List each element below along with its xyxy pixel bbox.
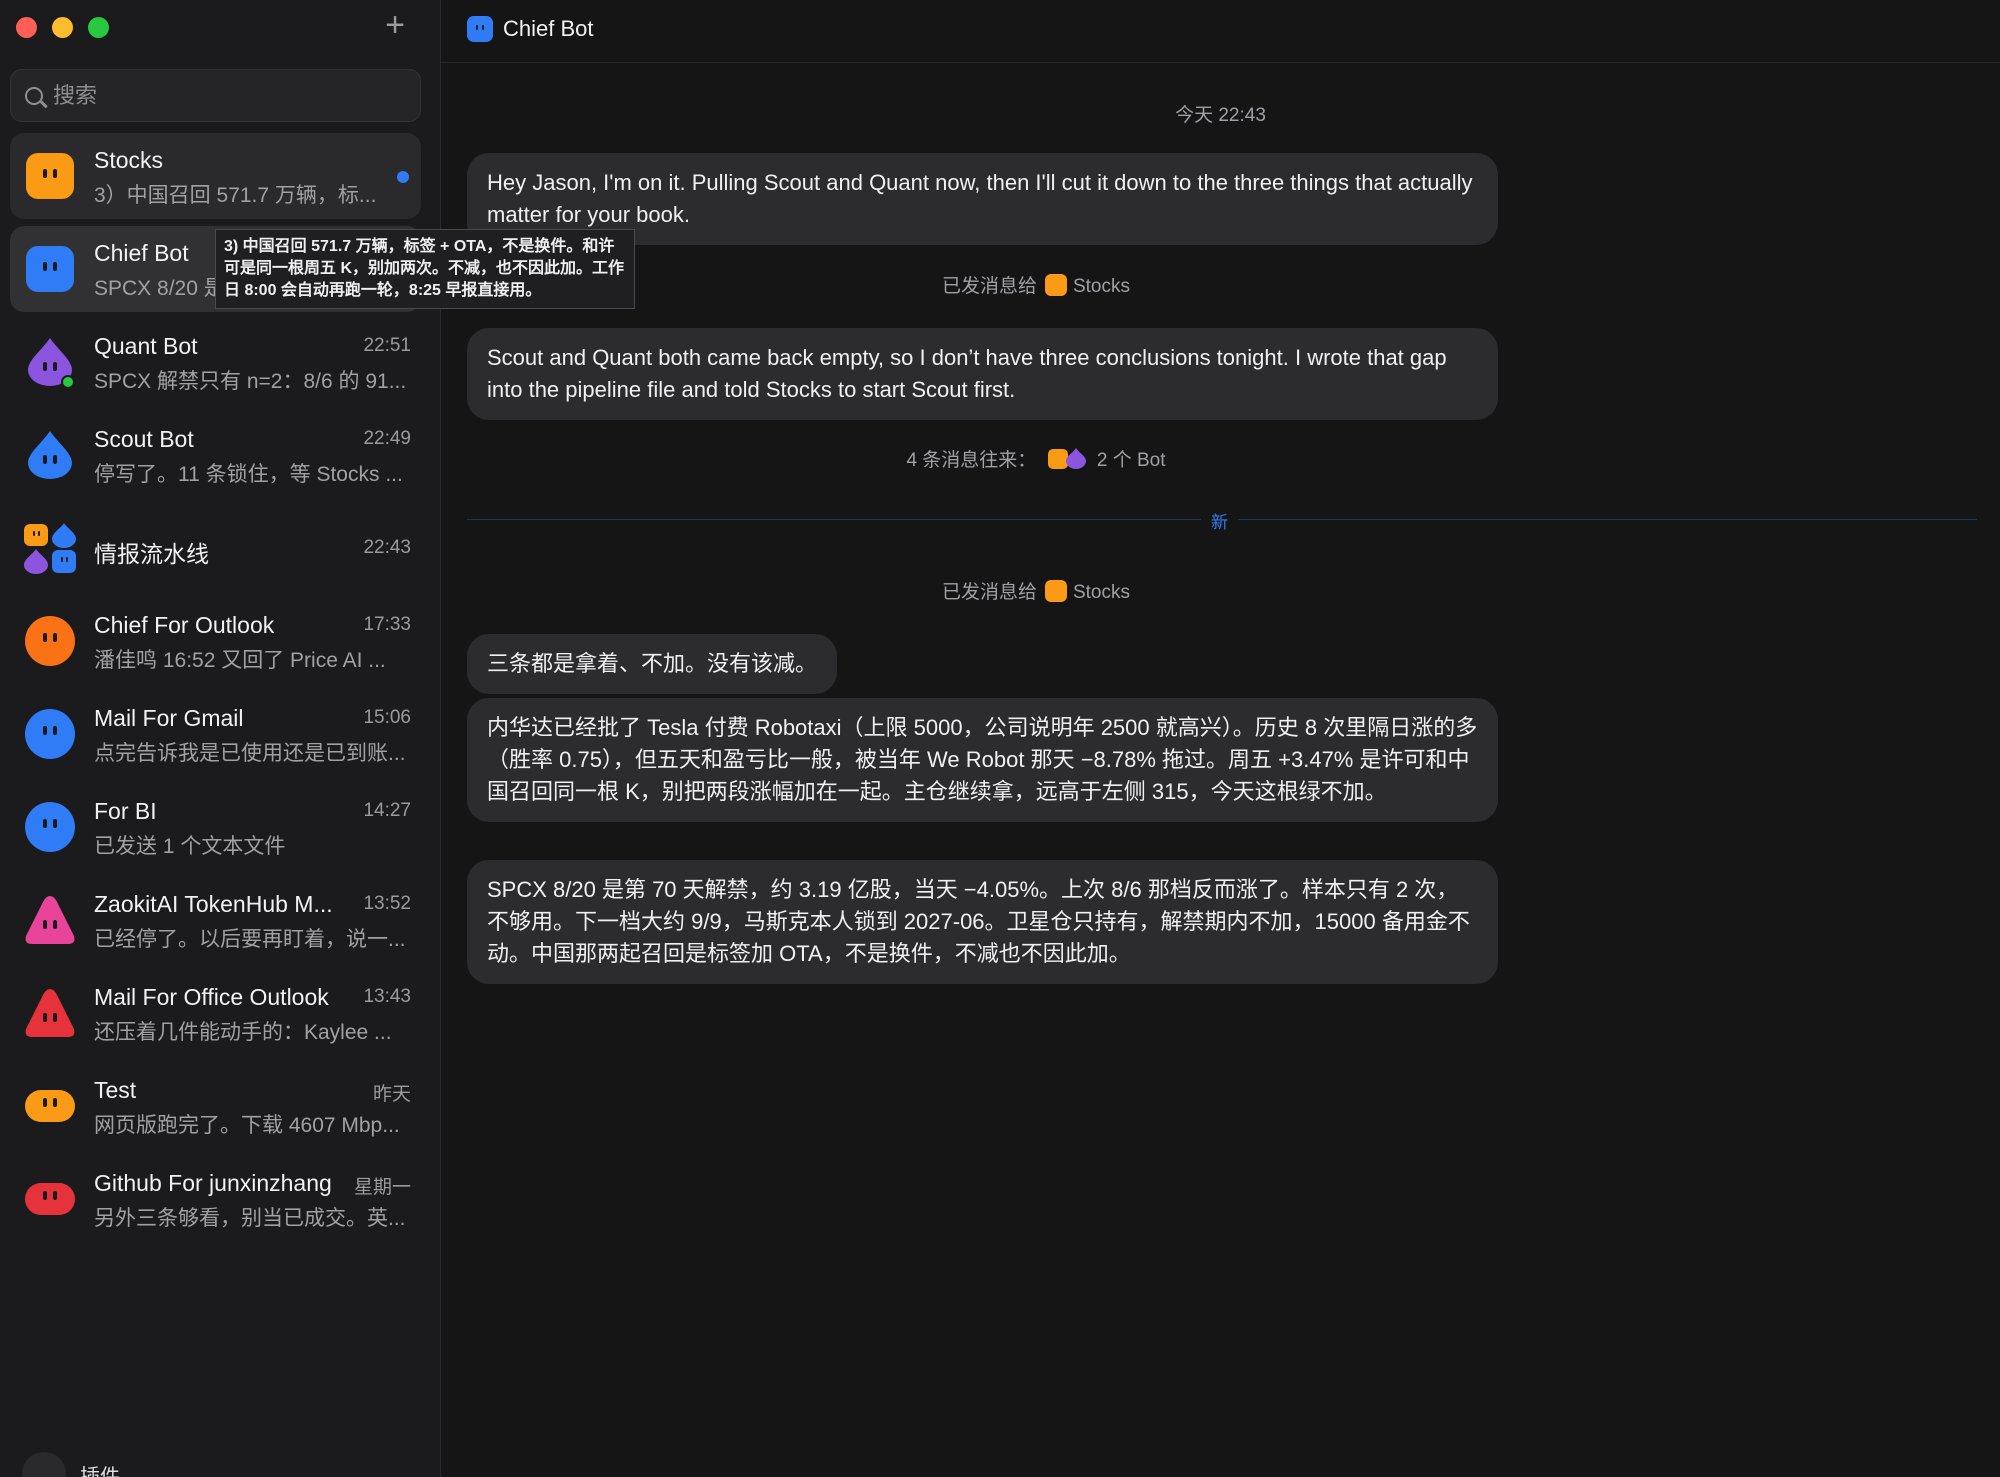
sent-to-target[interactable]: Stocks — [1073, 276, 1130, 297]
conversation-preview: 另外三条够看，别当已成交。英... — [94, 1207, 406, 1230]
conversation-name: Github For junxinzhang — [94, 1170, 332, 1196]
new-chat-button[interactable]: + — [378, 8, 412, 44]
exchange-notice: 4 条消息往来： 2 个 Bot — [441, 445, 1631, 472]
orange-pill-bot-icon — [25, 1090, 75, 1122]
conversation-preview: 潘佳鸣 16:52 又回了 Price AI ... — [94, 649, 386, 672]
conversation-name: Scout Bot — [94, 426, 194, 452]
conversation-name: Mail For Office Outlook — [94, 984, 329, 1010]
stocks-mini-icon — [1044, 580, 1067, 602]
message-bubble: 三条都是拿着、不加。没有该减。 — [467, 634, 838, 694]
blue-square-bot-icon — [26, 246, 74, 292]
conversation-name: 情报流水线 — [94, 541, 209, 567]
conversation-name: Chief Bot — [94, 240, 189, 266]
pink-triangle-bot-icon — [25, 896, 75, 944]
conversation-name: For BI — [94, 798, 157, 824]
message-bubble: Scout and Quant both came back empty, so… — [467, 328, 1498, 420]
conversation-preview: 停写了。11 条锁住，等 Stocks ... — [94, 463, 403, 486]
preview-tooltip: 3) 中国召回 571.7 万辆，标签 + OTA，不是换件。和许可是同一根周五… — [215, 229, 635, 309]
conversation-item-mail-for-office-outlook[interactable]: Mail For Office Outlook 13:43 还压着几件能动手的：… — [10, 970, 421, 1056]
conversation-name: Test — [94, 1077, 137, 1103]
conversation-name: ZaokitAI TokenHub M... — [94, 891, 333, 917]
window-controls — [16, 17, 109, 38]
sent-to-prefix: 已发消息给 — [941, 582, 1037, 603]
purple-drop-bot-icon — [28, 338, 75, 388]
sent-to-target[interactable]: Stocks — [1073, 582, 1130, 603]
conversation-time: 星期一 — [353, 1177, 411, 1198]
red-pill-bot-icon — [25, 1183, 75, 1215]
conversation-preview: 3）中国召回 571.7 万辆，标... — [94, 184, 377, 207]
bots-group-mini-icon — [1047, 448, 1086, 469]
conversation-name: Stocks — [94, 147, 164, 173]
conversation-time: 14:27 — [363, 800, 411, 821]
exchange-prefix: 4 条消息往来： — [906, 450, 1037, 471]
orange-circle-bot-icon — [25, 616, 75, 666]
chat-timestamp: 今天 22:43 — [1175, 105, 1266, 126]
conversation-time: 15:06 — [363, 707, 411, 728]
conversation-name: Mail For Gmail — [94, 705, 244, 731]
exchange-target[interactable]: 2 个 Bot — [1097, 450, 1166, 471]
conversation-item-quant-bot[interactable]: Quant Bot 22:51 SPCX 解禁只有 n=2：8/6 的 91..… — [10, 319, 421, 405]
conversation-item-for-bi[interactable]: For BI 14:27 已发送 1 个文本文件 — [10, 784, 421, 870]
chat-header: Chief Bot — [441, 0, 2000, 63]
orange-square-bot-icon — [26, 153, 74, 199]
close-window-button[interactable] — [16, 17, 37, 38]
message-bubble: 内华达已经批了 Tesla 付费 Robotaxi（上限 5000，公司说明年 … — [467, 698, 1498, 822]
new-messages-label: 新 — [1201, 508, 1238, 533]
chief-bot-icon — [467, 16, 493, 42]
group-bots-icon — [24, 523, 76, 574]
conversation-preview: 已发送 1 个文本文件 — [94, 835, 286, 858]
plugins-button[interactable]: 插件 — [22, 1452, 120, 1477]
sent-to-notice: 已发消息给 Stocks — [441, 577, 1631, 604]
conversation-item-chief-for-outlook[interactable]: Chief For Outlook 17:33 潘佳鸣 16:52 又回了 Pr… — [10, 598, 421, 684]
conversation-preview: 已经停了。以后要再盯着，说一... — [94, 928, 406, 951]
conversation-item-zaokitai-tokenhub[interactable]: ZaokitAI TokenHub M... 13:52 已经停了。以后要再盯着… — [10, 877, 421, 963]
conversation-time: 22:51 — [363, 335, 411, 356]
conversation-time: 22:49 — [363, 428, 411, 449]
search-icon — [25, 86, 43, 105]
sent-to-prefix: 已发消息给 — [941, 276, 1037, 297]
conversation-item-test[interactable]: Test 昨天 网页版跑完了。下载 4607 Mbp... — [10, 1063, 421, 1149]
conversation-time: 13:52 — [363, 893, 411, 914]
conversation-time: 17:33 — [363, 614, 411, 635]
plugins-label: 插件 — [80, 1465, 120, 1477]
zoom-window-button[interactable] — [88, 17, 109, 38]
sidebar: + Stocks 3）中国召回 571.7 万辆，标... Chief Bot … — [0, 0, 441, 1477]
message-bubble: SPCX 8/20 是第 70 天解禁，约 3.19 亿股，当天 −4.05%。… — [467, 860, 1498, 984]
blue-circle-bot-icon — [25, 802, 75, 852]
minimize-window-button[interactable] — [52, 17, 73, 38]
conversation-item-pipeline[interactable]: 情报流水线 22:43 — [10, 505, 421, 591]
conversation-item-github-for-junxinzhang[interactable]: Github For junxinzhang 星期一 另外三条够看，别当已成交。… — [10, 1156, 421, 1242]
blue-drop-bot-icon — [28, 431, 72, 479]
chat-panel: Chief Bot 今天 22:43 Hey Jason, I'm on it.… — [441, 0, 2000, 1477]
search-box[interactable] — [10, 69, 421, 122]
plug-icon — [22, 1452, 66, 1477]
unread-dot — [397, 171, 409, 183]
conversation-time: 22:43 — [363, 537, 411, 558]
conversation-name: Chief For Outlook — [94, 612, 275, 638]
conversation-preview: 还压着几件能动手的：Kaylee ... — [94, 1021, 392, 1044]
conversation-time: 昨天 — [372, 1084, 411, 1105]
red-triangle-bot-icon — [25, 989, 75, 1037]
conversation-item-scout-bot[interactable]: Scout Bot 22:49 停写了。11 条锁住，等 Stocks ... — [10, 412, 421, 498]
conversation-preview: 点完告诉我是已使用还是已到账... — [94, 742, 406, 765]
conversation-item-stocks[interactable]: Stocks 3）中国召回 571.7 万辆，标... — [10, 133, 421, 219]
conversation-name: Quant Bot — [94, 333, 198, 359]
conversation-preview: 网页版跑完了。下载 4607 Mbp... — [94, 1114, 400, 1137]
conversation-item-mail-for-gmail[interactable]: Mail For Gmail 15:06 点完告诉我是已使用还是已到账... — [10, 691, 421, 777]
chat-title: Chief Bot — [503, 16, 594, 41]
conversation-preview: SPCX 解禁只有 n=2：8/6 的 91... — [94, 370, 407, 393]
blue-circle-bot-icon — [25, 709, 75, 759]
conversation-time: 13:43 — [363, 986, 411, 1007]
search-input[interactable] — [53, 82, 393, 109]
stocks-mini-icon — [1044, 274, 1067, 296]
